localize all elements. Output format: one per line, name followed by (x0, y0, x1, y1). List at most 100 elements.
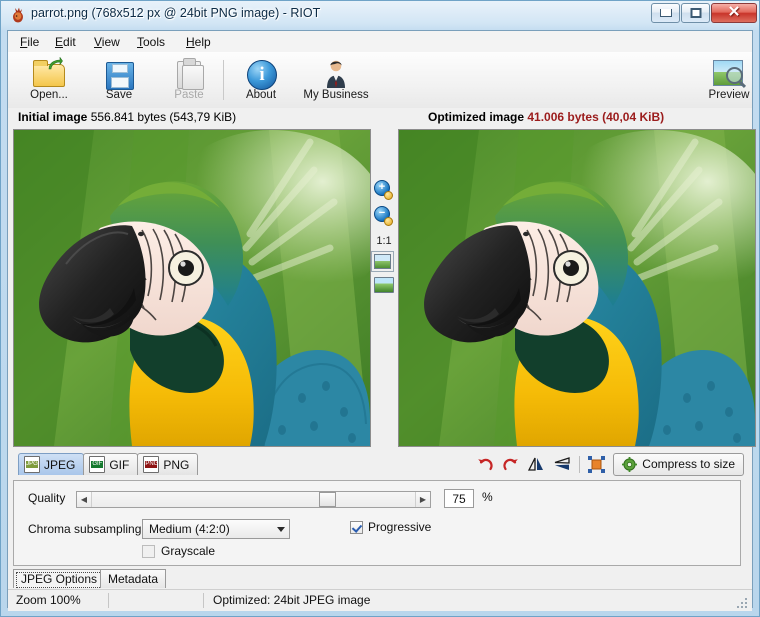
resize-grip[interactable] (736, 597, 749, 610)
main-toolbar: Open... Save Paste i About (8, 52, 752, 109)
open-button-label: Open... (18, 89, 80, 101)
rotate-right-icon[interactable] (502, 456, 519, 473)
status-divider-2 (203, 593, 204, 608)
status-divider-1 (108, 593, 109, 608)
image-info-bar: Initial image 556.841 bytes (543,79 KiB)… (8, 108, 752, 128)
save-button[interactable]: Save (88, 55, 150, 105)
chroma-subsampling-value: Medium (4:2:0) (149, 522, 230, 536)
tab-jpeg[interactable]: JPG JPEG (18, 453, 84, 475)
businessman-icon (316, 56, 356, 88)
clipboard-icon (169, 56, 209, 88)
paste-button-label: Paste (158, 89, 220, 101)
optimized-image-preview[interactable] (398, 129, 756, 447)
zoom-out-icon[interactable]: − (373, 206, 393, 226)
full-image-icon[interactable] (374, 277, 394, 293)
menu-bar: File Edit View Tools Help (8, 31, 752, 53)
menu-edit[interactable]: Edit (49, 34, 82, 50)
tab-png-label: PNG (163, 458, 189, 472)
status-zoom: Zoom 100% (16, 593, 81, 607)
my-business-button[interactable]: My Business (291, 55, 381, 105)
floppy-disk-icon (99, 56, 139, 88)
menu-file[interactable]: File (14, 34, 45, 50)
chevron-down-icon (277, 527, 285, 532)
window-title: parrot.png (768x512 px @ 24bit PNG image… (31, 6, 320, 20)
tab-metadata[interactable]: Metadata (100, 569, 166, 588)
zoom-in-icon[interactable]: + (373, 180, 393, 200)
about-button[interactable]: i About (230, 55, 292, 105)
menu-view[interactable]: View (88, 34, 126, 50)
chroma-subsampling-select[interactable]: Medium (4:2:0) (142, 519, 290, 539)
format-tab-bar: JPG JPEG GIF GIF PNG PNG (8, 450, 752, 478)
open-folder-icon (29, 56, 69, 88)
paste-button[interactable]: Paste (158, 55, 220, 105)
preview-magnifier-icon (709, 56, 749, 88)
progressive-checkbox[interactable] (350, 521, 363, 534)
quality-slider[interactable]: ◀ ▶ (76, 491, 431, 508)
focus-outline (16, 572, 102, 588)
close-button[interactable]: ✕ (711, 3, 757, 23)
compress-to-size-label: Compress to size (642, 457, 735, 471)
grayscale-label: Grayscale (161, 544, 215, 558)
riot-application-window: parrot.png (768x512 px @ 24bit PNG image… (0, 0, 760, 617)
menu-tools[interactable]: Tools (131, 34, 171, 50)
window-frame: parrot.png (768x512 px @ 24bit PNG image… (0, 0, 760, 617)
initial-image-info: Initial image 556.841 bytes (543,79 KiB) (18, 110, 236, 124)
caption-buttons: ✕ (651, 3, 757, 23)
tab-gif-label: GIF (109, 458, 129, 472)
parrot-image-optimized (399, 130, 755, 446)
gear-green-icon (622, 457, 637, 472)
bottom-tab-bar: JPEG Options Metadata (8, 568, 752, 589)
rotate-left-icon[interactable] (477, 456, 494, 473)
preview-button[interactable]: Preview (698, 55, 760, 105)
initial-image-label: Initial image (18, 110, 87, 124)
slider-thumb[interactable] (319, 492, 336, 507)
preview-zoom-tools: + − 1:1 (373, 180, 395, 293)
status-bar: Zoom 100% Optimized: 24bit JPEG image (8, 589, 752, 611)
grayscale-checkbox[interactable] (142, 545, 155, 558)
title-bar: parrot.png (768x512 px @ 24bit PNG image… (1, 1, 760, 29)
fit-to-window-icon[interactable] (374, 254, 391, 269)
tab-gif[interactable]: GIF GIF (83, 453, 138, 475)
tab-png[interactable]: PNG PNG (137, 453, 198, 475)
quality-label: Quality (28, 491, 65, 505)
preview-button-label: Preview (698, 89, 760, 101)
tab-metadata-label: Metadata (108, 572, 158, 586)
compress-to-size-button[interactable]: Compress to size (613, 453, 744, 476)
my-business-button-label: My Business (291, 89, 381, 101)
optimized-image-size: 41.006 bytes (40,04 KiB) (527, 110, 664, 124)
tools-separator (579, 456, 580, 473)
quality-value-input[interactable]: 75 (444, 489, 474, 508)
flip-horizontal-icon[interactable] (527, 457, 545, 471)
resize-icon[interactable] (588, 456, 605, 473)
jpg-file-icon: JPG (24, 456, 40, 473)
open-button[interactable]: Open... (18, 55, 80, 105)
png-file-icon: PNG (143, 456, 159, 473)
toolbar-separator (223, 60, 224, 100)
initial-image-preview[interactable] (13, 129, 371, 447)
optimized-image-info: Optimized image 41.006 bytes (40,04 KiB) (428, 110, 664, 124)
riot-app-icon (10, 7, 26, 23)
slider-right-arrow[interactable]: ▶ (415, 492, 430, 507)
save-button-label: Save (88, 89, 150, 101)
tab-jpeg-label: JPEG (44, 458, 75, 472)
quality-percent-label: % (482, 490, 493, 504)
menu-help[interactable]: Help (180, 34, 217, 50)
jpeg-options-panel: Quality ◀ ▶ 75 % Chroma subsampling Medi… (13, 480, 741, 566)
optimized-image-label: Optimized image (428, 110, 524, 124)
progressive-label: Progressive (368, 520, 431, 534)
tab-jpeg-options[interactable]: JPEG Options (13, 569, 105, 588)
flip-vertical-icon[interactable] (553, 457, 571, 471)
minimize-button[interactable] (651, 3, 680, 23)
chroma-subsampling-label: Chroma subsampling (28, 522, 141, 536)
gif-file-icon: GIF (89, 456, 105, 473)
initial-image-size: 556.841 bytes (543,79 KiB) (91, 110, 236, 124)
image-tool-buttons: Compress to size (477, 453, 744, 475)
parrot-image-original (14, 130, 370, 446)
maximize-button[interactable] (681, 3, 710, 23)
format-tabs: JPG JPEG GIF GIF PNG PNG (18, 453, 197, 475)
image-compare-area: + − 1:1 (8, 128, 752, 450)
slider-left-arrow[interactable]: ◀ (77, 492, 92, 507)
info-circle-icon: i (241, 56, 281, 88)
status-message: Optimized: 24bit JPEG image (213, 593, 370, 607)
zoom-actual-size-label[interactable]: 1:1 (373, 232, 395, 250)
